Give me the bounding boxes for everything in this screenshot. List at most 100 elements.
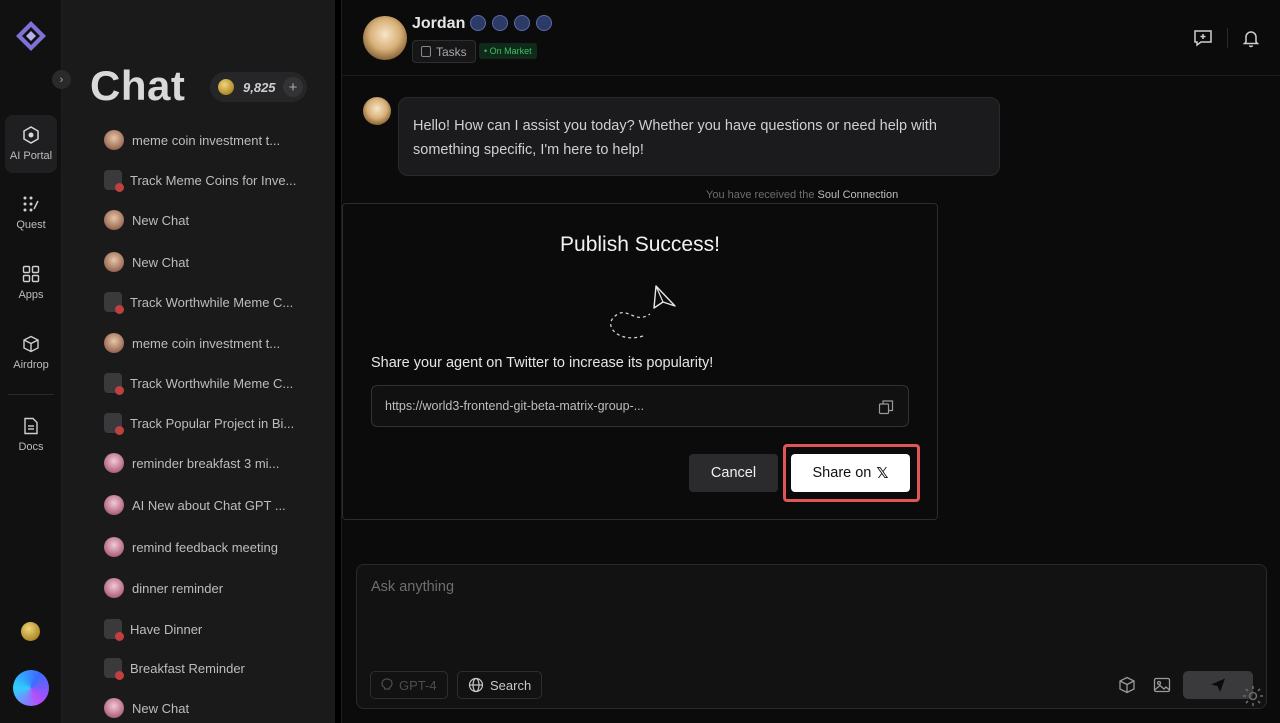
search-toggle[interactable]: Search <box>457 671 543 699</box>
nav-rail: AI Portal Quest Apps Airdrop Docs <box>0 0 62 723</box>
rail-item-docs[interactable]: Docs <box>5 406 57 464</box>
rail-item-quest[interactable]: Quest <box>5 184 57 242</box>
chat-list-item[interactable]: Track Worthwhile Meme C... <box>104 368 334 398</box>
on-market-badge: • On Market <box>479 43 537 59</box>
chat-title: Track Worthwhile Meme C... <box>130 375 294 391</box>
agent-badges <box>470 15 552 31</box>
chat-list-item[interactable]: New Chat <box>104 693 334 723</box>
copy-icon[interactable] <box>878 399 894 415</box>
chat-list-item[interactable]: Track Meme Coins for Inve... <box>104 165 334 195</box>
rail-label: Airdrop <box>13 359 49 371</box>
share-label: Share on <box>812 465 872 481</box>
task-doc-icon <box>104 658 124 680</box>
rail-item-airdrop[interactable]: Airdrop <box>5 324 57 382</box>
chat-avatar <box>104 130 124 150</box>
coin-icon[interactable] <box>21 622 40 641</box>
chat-list-item[interactable]: Have Dinner <box>104 614 334 644</box>
chat-list-item[interactable]: AI New about Chat GPT ... <box>104 490 334 520</box>
chat-title: dinner reminder <box>132 580 224 596</box>
task-doc-icon <box>104 413 124 435</box>
bell-icon[interactable] <box>1240 27 1262 49</box>
chat-list-item[interactable]: New Chat <box>104 247 334 277</box>
chat-list-item[interactable]: meme coin investment t... <box>104 125 334 155</box>
badge-icon <box>536 15 552 31</box>
publish-success-dialog: Publish Success! Share your agent on Twi… <box>342 203 938 520</box>
chat-avatar <box>104 578 124 598</box>
rail-label: Apps <box>18 289 44 301</box>
chat-list-item[interactable]: dinner reminder <box>104 573 334 603</box>
quest-icon <box>23 196 39 212</box>
tasks-icon <box>421 46 431 57</box>
badge-icon <box>470 15 486 31</box>
dialog-title: Publish Success! <box>560 233 720 256</box>
badge-icon <box>492 15 508 31</box>
dialog-description: Share your agent on Twitter to increase … <box>371 355 714 371</box>
paper-plane-icon <box>610 285 676 339</box>
chat-title: meme coin investment t... <box>132 335 281 351</box>
new-chat-icon[interactable] <box>1192 27 1214 49</box>
chat-avatar <box>104 333 124 353</box>
chat-title: reminder breakfast 3 mi... <box>132 455 280 471</box>
cancel-button[interactable]: Cancel <box>689 454 778 492</box>
task-doc-icon <box>104 619 124 641</box>
rail-item-ai-portal[interactable]: AI Portal <box>5 115 57 173</box>
chat-avatar <box>104 453 124 473</box>
apps-icon <box>22 265 40 283</box>
rail-divider <box>8 394 54 395</box>
rail-item-apps[interactable]: Apps <box>5 254 57 312</box>
ai-portal-icon <box>23 126 39 144</box>
user-avatar[interactable] <box>13 670 49 706</box>
rail-label: Quest <box>16 219 46 231</box>
coin-icon <box>218 79 234 95</box>
cube-icon <box>1119 676 1135 694</box>
model-selector[interactable]: GPT-4 <box>370 671 448 699</box>
x-logo-icon: 𝕏 <box>876 465 889 482</box>
chat-list-item[interactable]: meme coin investment t... <box>104 328 334 358</box>
3d-model-button[interactable] <box>1112 671 1142 699</box>
tasks-label: Tasks <box>436 44 467 59</box>
collapse-sidebar-button[interactable]: › <box>52 70 71 89</box>
chat-list-item[interactable]: remind feedback meeting <box>104 532 334 562</box>
search-label: Search <box>490 677 532 693</box>
received-notice: You have received the Soul Connection <box>706 189 898 201</box>
chat-list-item[interactable]: New Chat <box>104 205 334 235</box>
chat-avatar <box>104 210 124 230</box>
coin-balance: 9,825 + <box>210 72 307 102</box>
model-label: GPT-4 <box>399 677 437 693</box>
airdrop-icon <box>23 335 39 353</box>
share-url-field[interactable]: https://world3-frontend-git-beta-matrix-… <box>371 385 909 427</box>
docs-icon <box>24 417 38 435</box>
settings-gear-icon[interactable] <box>1241 684 1265 708</box>
add-coins-button[interactable]: + <box>283 77 303 97</box>
chat-list-item[interactable]: Track Worthwhile Meme C... <box>104 287 334 317</box>
rail-label: AI Portal <box>9 150 53 162</box>
chat-list-item[interactable]: Track Popular Project in Bi... <box>104 408 334 438</box>
received-item: Soul Connection <box>817 189 899 201</box>
task-doc-icon <box>104 373 124 395</box>
message-input[interactable]: Ask anything <box>371 579 454 595</box>
chat-title: New Chat <box>132 212 190 228</box>
image-upload-button[interactable] <box>1147 671 1177 699</box>
chat-title: remind feedback meeting <box>132 539 278 555</box>
lightbulb-icon <box>381 678 393 690</box>
send-icon <box>1211 678 1225 692</box>
chat-title: Track Popular Project in Bi... <box>130 415 295 431</box>
chat-avatar <box>104 495 124 515</box>
message-composer: Ask anything GPT-4 Search <box>356 564 1267 709</box>
header-divider <box>1227 28 1228 48</box>
app-logo-icon[interactable] <box>15 20 47 52</box>
tasks-button[interactable]: Tasks <box>412 40 476 63</box>
chat-title: New Chat <box>132 254 190 270</box>
share-on-x-button[interactable]: Share on 𝕏 <box>791 454 910 492</box>
chat-title: Track Meme Coins for Inve... <box>130 172 297 188</box>
task-doc-icon <box>104 170 124 192</box>
chat-list-item[interactable]: reminder breakfast 3 mi... <box>104 448 334 478</box>
agent-avatar[interactable] <box>363 16 407 60</box>
chat-title: Have Dinner <box>130 621 203 637</box>
chat-title: New Chat <box>132 700 190 716</box>
chat-list-item[interactable]: Breakfast Reminder <box>104 653 334 683</box>
globe-icon <box>468 677 484 693</box>
agent-name: Jordan <box>412 15 466 32</box>
chat-sidebar: Chat 9,825 + meme coin investment t... Tr… <box>62 0 335 723</box>
received-prefix: You have received the <box>706 189 815 201</box>
